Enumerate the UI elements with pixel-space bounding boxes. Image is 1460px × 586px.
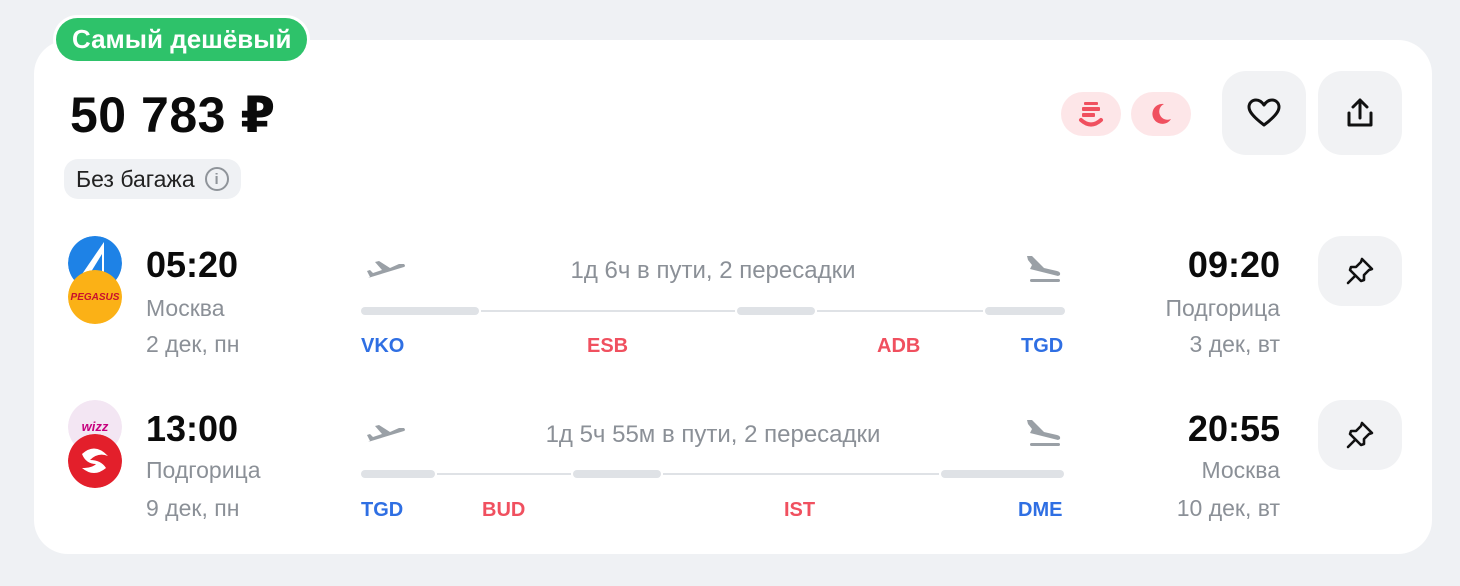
flight-segment [573, 470, 661, 478]
favorite-button[interactable] [1222, 71, 1306, 155]
share-button[interactable] [1318, 71, 1402, 155]
airline-logo-airserbia [68, 434, 122, 488]
luggage-warning-pill[interactable] [1061, 92, 1121, 136]
airport-code: TGD [361, 499, 404, 521]
flight-segment [361, 470, 435, 478]
airport-code: VKO [361, 335, 405, 357]
airport-code: DME [1018, 499, 1063, 521]
return-arrival-date: 10 дек, вт [1176, 495, 1280, 521]
landing-icon [1027, 256, 1061, 282]
takeoff-icon [367, 425, 405, 442]
takeoff-icon [367, 261, 405, 278]
return-departure-date: 9 дек, пн [146, 495, 240, 521]
outbound-arrival-time: 09:20 [1187, 244, 1280, 285]
svg-text:wizz: wizz [82, 419, 109, 434]
pin-icon [1346, 257, 1374, 285]
svg-text:PEGASUS: PEGASUS [71, 292, 120, 303]
outbound-duration: 1д 6ч в пути, 2 пересадки [570, 257, 856, 284]
flight-segment [361, 307, 479, 315]
layover-line [817, 310, 983, 312]
return-arrival-time: 20:55 [1187, 408, 1280, 449]
night-flight-pill[interactable] [1131, 92, 1191, 136]
baggage-chip[interactable]: Без багажа i [64, 159, 241, 199]
airport-code: BUD [482, 499, 526, 521]
night-moon-icon [1152, 103, 1171, 124]
pin-return-button[interactable] [1318, 400, 1402, 470]
heart-icon [1247, 98, 1281, 127]
layover-line [481, 310, 735, 312]
layover-line [437, 473, 571, 475]
flight-segment [985, 307, 1065, 315]
airport-code: ADB [877, 335, 921, 357]
return-departure-city: Подгорица [146, 457, 261, 483]
outbound-arrival-date: 3 дек, вт [1189, 331, 1280, 357]
outbound-departure-city: Москва [146, 295, 225, 321]
flight-segment [941, 470, 1064, 478]
airport-code: IST [784, 499, 816, 521]
airport-code: TGD [1021, 335, 1064, 357]
flight-segment [737, 307, 815, 315]
return-departure-time: 13:00 [146, 408, 239, 449]
airport-code: ESB [587, 335, 629, 357]
pin-icon [1346, 421, 1374, 449]
luggage-warning-icon [1079, 102, 1103, 127]
outbound-arrival-city: Подгорица [1165, 295, 1280, 321]
cheapest-badge: Самый дешёвый [56, 18, 308, 61]
layover-line [663, 473, 939, 475]
share-icon [1347, 98, 1373, 127]
info-icon[interactable]: i [204, 167, 229, 191]
pin-outbound-button[interactable] [1318, 236, 1402, 306]
baggage-label: Без багажа [76, 165, 195, 192]
outbound-departure-time: 05:20 [146, 244, 239, 285]
price: 50 783 ₽ [70, 87, 276, 143]
return-arrival-city: Москва [1201, 457, 1280, 483]
landing-icon [1027, 420, 1061, 446]
airline-logo-pegasus: PEGASUS [68, 270, 122, 324]
return-duration: 1д 5ч 55м в пути, 2 пересадки [545, 421, 881, 448]
outbound-departure-date: 2 дек, пн [146, 331, 240, 357]
